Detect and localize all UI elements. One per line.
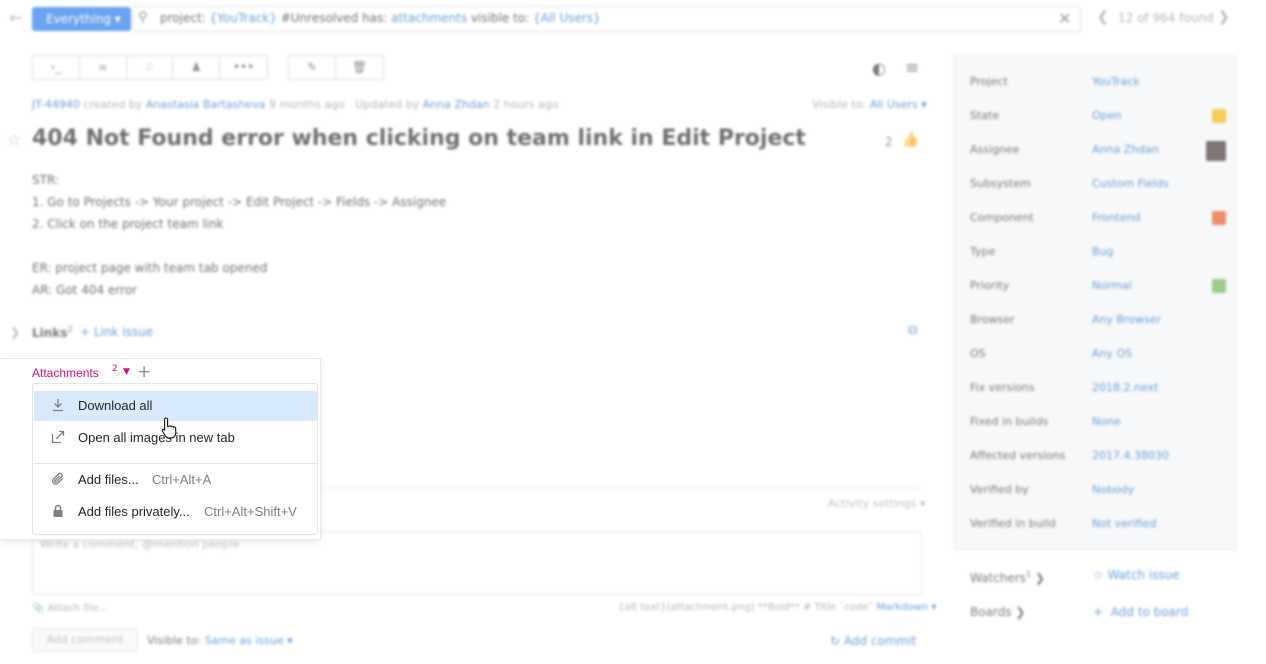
caret-down-icon[interactable]: ▼ bbox=[123, 367, 130, 377]
lock-icon bbox=[50, 504, 66, 520]
external-link-icon bbox=[50, 430, 66, 446]
menu-item-add-files[interactable]: Add files... Ctrl+Alt+A bbox=[34, 465, 317, 495]
download-icon bbox=[50, 398, 66, 414]
menu-item-add-files-privately[interactable]: Add files privately... Ctrl+Alt+Shift+V bbox=[34, 497, 317, 527]
hand-cursor-icon bbox=[161, 417, 177, 439]
add-attachment-icon[interactable]: + bbox=[137, 363, 151, 381]
menu-item-shortcut: Ctrl+Alt+Shift+V bbox=[204, 504, 297, 519]
modal-backdrop: Attachments 2 ▼ + Download all Open all … bbox=[0, 0, 1266, 664]
menu-divider bbox=[34, 463, 317, 464]
attachments-count: 2 bbox=[112, 364, 118, 374]
attachments-menu: Download all Open all images in new tab … bbox=[32, 383, 318, 535]
menu-item-label: Download all bbox=[78, 398, 153, 413]
menu-item-label: Add files... bbox=[78, 472, 139, 487]
menu-item-label: Add files privately... bbox=[78, 504, 190, 519]
attachments-toggle[interactable]: Attachments bbox=[32, 366, 99, 380]
menu-item-label: Open all images in new tab bbox=[78, 430, 235, 445]
paperclip-icon bbox=[50, 472, 66, 488]
menu-item-shortcut: Ctrl+Alt+A bbox=[152, 472, 212, 487]
